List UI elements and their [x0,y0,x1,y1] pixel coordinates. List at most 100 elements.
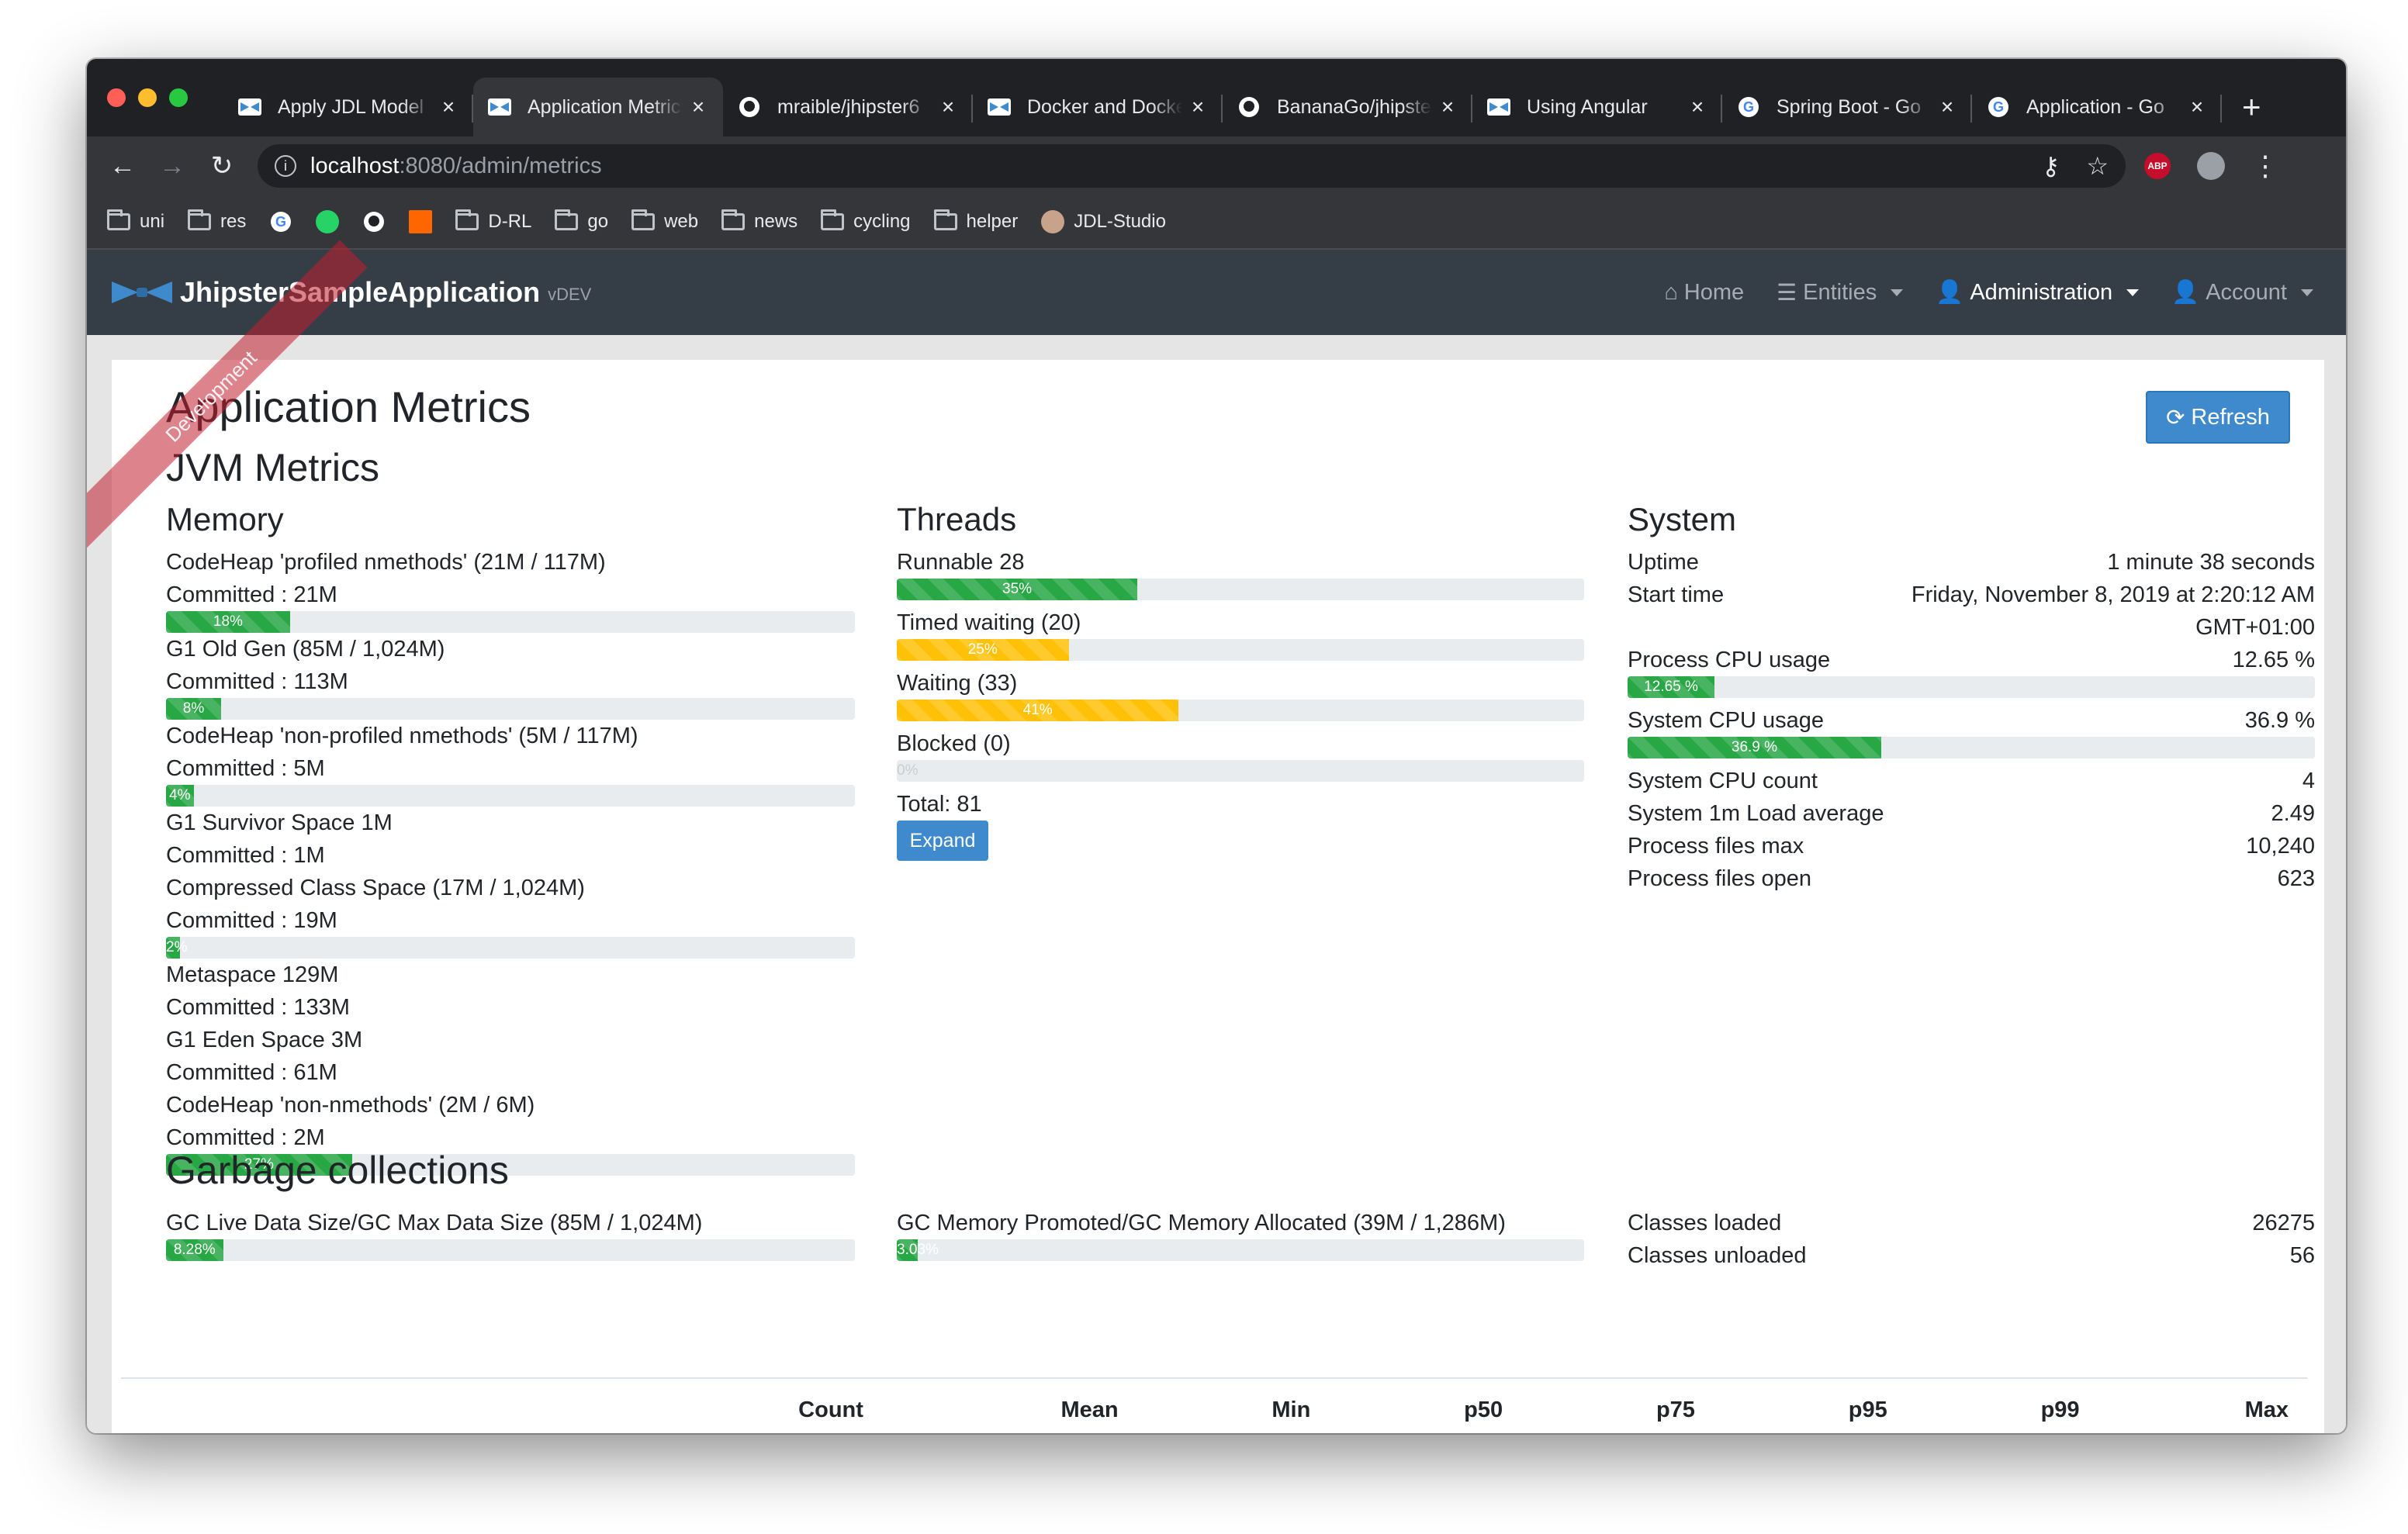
bookmark-label: res [220,211,247,232]
close-tab-icon[interactable]: × [1687,95,1708,119]
memory-pool-bar: 18% [166,611,855,633]
bookmark-item[interactable] [362,210,386,233]
nav-account[interactable]: 👤 Account [2171,279,2313,306]
threads-heading: Threads [897,501,1017,537]
new-tab-button[interactable]: + [2222,78,2282,136]
nav-home-label: Home [1683,279,1745,305]
system-cpu-row: System CPU usage 36.9 % [1628,704,2315,737]
gc-promoted-label: GC Memory Promoted/GC Memory Allocated (… [897,1211,1506,1235]
expand-button[interactable]: Expand [897,821,988,861]
refresh-icon: ⟳ [2166,405,2185,430]
extension-icon[interactable] [2197,152,2225,180]
memory-pool-name: CodeHeap 'non-nmethods' (2M / 6M) [166,1093,535,1118]
tab-strip: Apply JDL Model × Application Metrics × mrai… [87,59,2346,136]
app-navbar: JhipsterSampleApplication vDEV ⌂ Home ☰ En… [87,250,2346,335]
close-tab-icon[interactable]: × [937,95,959,119]
minimize-window-button[interactable] [138,88,157,107]
close-window-button[interactable] [107,88,126,107]
brand-name[interactable]: JhipsterSampleApplication [180,276,540,309]
memory-pool-name: CodeHeap 'non-profiled nmethods' (5M / 1… [166,724,638,748]
folder-icon [188,209,212,230]
browser-tab[interactable]: Docker and Docker × [973,78,1223,136]
system-cpu-label: System CPU usage [1628,708,1825,733]
process-cpu-row: Process CPU usage 12.65 % [1628,644,2315,676]
close-tab-icon[interactable]: × [687,95,709,119]
refresh-button[interactable]: ⟳ Refresh [2146,391,2290,444]
classes-loaded-value: 26275 [2252,1211,2315,1235]
classes-loaded-label: Classes loaded [1628,1211,1782,1235]
browser-tab[interactable]: Application Metrics × [473,78,723,136]
caret-down-icon [2301,288,2313,296]
adblock-icon[interactable]: ABP [2144,153,2171,179]
memory-pool-name: G1 Eden Space 3M [166,1028,363,1052]
close-tab-icon[interactable]: × [1936,95,1958,119]
memory-pool-committed: Committed : 113M [166,669,348,694]
back-icon[interactable]: ← [98,151,147,181]
gc-table-column-header: Count [602,1377,882,1433]
gc-live-data: GC Live Data Size/GC Max Data Size (85M … [166,1207,855,1261]
close-tab-icon[interactable]: × [1187,95,1209,119]
bookmark-item[interactable]: helper [933,209,1018,233]
start-time-row: Start time Friday, November 8, 2019 at 2:… [1628,579,2315,611]
bookmark-item[interactable]: web [631,209,699,233]
bookmark-item[interactable]: D-RL [455,209,531,233]
thread-state-label: Blocked (0) [897,731,1011,756]
nav-entities[interactable]: ☰ Entities [1777,279,1904,306]
jhipster-icon [987,95,1012,119]
bookmark-star-icon[interactable]: ☆ [2086,151,2109,181]
bookmark-label: web [664,211,699,232]
info-icon[interactable]: i [275,155,296,177]
thread-state-bar: 35% [897,579,1584,600]
close-tab-icon[interactable]: × [1437,95,1458,119]
nav-home[interactable]: ⌂ Home [1664,279,1744,306]
threads-column: Threads Runnable 28 35% Timed waiting (20)… [897,501,1584,861]
key-icon[interactable]: ⚷ [2042,151,2060,181]
folder-icon [107,209,130,230]
browser-tab[interactable]: Using Angular × [1472,78,1722,136]
bookmark-item[interactable]: G [269,210,292,233]
bookmark-item[interactable]: news [721,209,797,233]
bookmark-item[interactable] [316,210,340,233]
folder-icon [721,209,746,230]
browser-tab[interactable]: G Application - Go × [1972,78,2222,136]
bookmark-item[interactable] [409,210,433,233]
tab-title: mraible/jhipster6 [777,95,920,118]
browser-tab[interactable]: Apply JDL Model × [223,78,473,136]
maximize-window-button[interactable] [169,88,188,107]
uptime-label: Uptime [1628,550,1699,575]
nav-entities-label: Entities [1803,279,1877,305]
tab-title: Spring Boot - Go [1777,95,1922,118]
gc-promoted-bar: 3.03% [897,1239,1584,1261]
gc-table-column-header: p50 [1329,1377,1522,1433]
reload-icon[interactable]: ↻ [197,150,247,181]
jhipster-icon [487,95,512,119]
bookmark-item[interactable]: cycling [821,209,911,233]
memory-column: Memory CodeHeap 'profiled nmethods' (21M… [166,501,855,1176]
jhipster-logo-icon[interactable] [110,277,174,308]
bookmark-label: JDL-Studio [1074,211,1166,232]
classes-loaded-row: Classes loaded 26275 [1628,1207,2315,1239]
threads-total: Total: 81 [897,792,982,817]
system-stat-row: System CPU count 4 [1628,765,2315,797]
menu-icon[interactable]: ⋮ [2251,150,2279,182]
memory-heading: Memory [166,501,284,537]
browser-tab[interactable]: G Spring Boot - Go × [1722,78,1972,136]
browser-tab[interactable]: mraible/jhipster6 × [723,78,973,136]
tab-title: BananaGo/jhipster [1277,95,1432,118]
bookmark-item[interactable]: JDL-Studio [1041,210,1166,233]
bookmark-item[interactable]: res [188,209,247,233]
close-tab-icon[interactable]: × [438,95,459,119]
memory-pool-committed: Committed : 21M [166,582,337,607]
nav-administration[interactable]: 👤 Administration [1936,279,2140,306]
browser-tab[interactable]: BananaGo/jhipster × [1223,78,1472,136]
bookmark-item[interactable]: uni [107,209,164,233]
system-stat-value: 10,240 [2246,834,2315,859]
memory-pool-name: G1 Survivor Space 1M [166,810,393,835]
process-cpu-bar-fill: 12.65 % [1628,676,1715,698]
github-icon [1237,95,1261,119]
bookmark-item[interactable]: go [555,209,608,233]
close-tab-icon[interactable]: × [2186,95,2208,119]
forward-icon[interactable]: → [147,151,197,181]
address-bar[interactable]: i localhost:8080/admin/metrics ⚷ ☆ [258,144,2126,188]
ycombinator-icon [409,210,433,233]
